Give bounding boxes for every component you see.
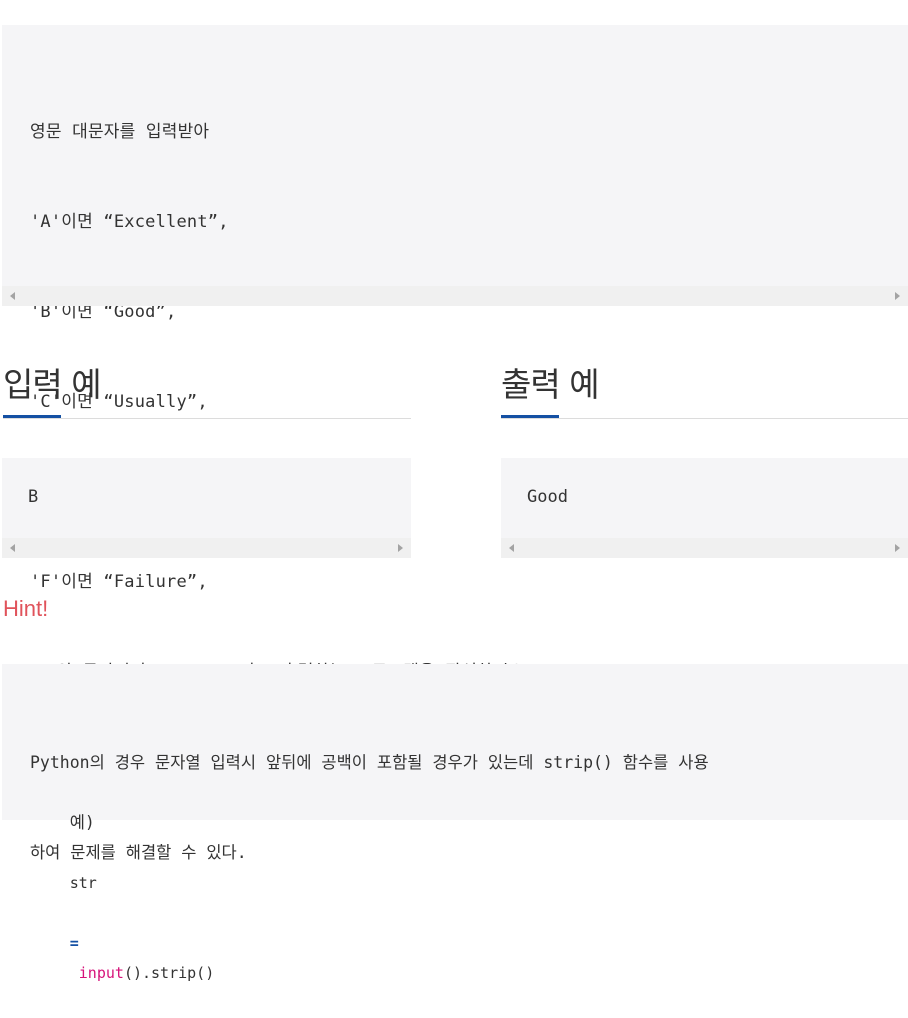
scroll-right-arrow-icon[interactable] — [895, 544, 900, 552]
hint-box: Python의 경우 문자열 입력시 앞뒤에 공백이 포함될 경우가 있는데 s… — [2, 664, 908, 982]
code-var: str — [69, 874, 97, 892]
problem-line: 'A'이면 “Excellent”, — [30, 212, 229, 232]
output-heading-divider — [501, 418, 908, 419]
example-prefix: 예) — [69, 813, 95, 832]
scroll-right-arrow-icon[interactable] — [895, 292, 900, 300]
code-function: input — [78, 964, 124, 982]
horizontal-scrollbar[interactable] — [2, 538, 411, 558]
output-example-value: Good — [527, 487, 568, 507]
problem-statement-text: 영문 대문자를 입력받아 'A'이면 “Excellent”, 'B'이면 “G… — [30, 57, 535, 747]
scroll-left-arrow-icon[interactable] — [10, 292, 15, 300]
output-example-box[interactable]: Good — [501, 458, 908, 558]
input-example-box[interactable]: B — [2, 458, 411, 558]
code-rest: ().strip() — [123, 964, 215, 982]
horizontal-scrollbar[interactable] — [501, 538, 908, 558]
input-heading-accent-bar — [3, 415, 61, 418]
problem-line: 'F'이면 “Failure”, — [30, 572, 208, 592]
scroll-left-arrow-icon[interactable] — [10, 544, 15, 552]
input-heading-divider — [3, 418, 411, 419]
hint-label: Hint! — [3, 596, 49, 621]
input-example-heading: 입력 예 — [3, 365, 102, 404]
hint-code-example: 예) str = input().strip() — [30, 778, 215, 1018]
scroll-right-arrow-icon[interactable] — [398, 544, 403, 552]
problem-line: 영문 대문자를 입력받아 — [30, 122, 210, 142]
problem-statement-box[interactable]: 영문 대문자를 입력받아 'A'이면 “Excellent”, 'B'이면 “G… — [2, 25, 908, 682]
input-example-value: B — [28, 487, 39, 507]
output-example-heading: 출력 예 — [501, 365, 600, 404]
code-equals: = — [69, 934, 79, 952]
horizontal-scrollbar[interactable] — [2, 286, 908, 306]
scroll-left-arrow-icon[interactable] — [509, 544, 514, 552]
hint-line: Python의 경우 문자열 입력시 앞뒤에 공백이 포함될 경우가 있는데 s… — [30, 753, 709, 772]
problem-line: 'C'이면 “Usually”, — [30, 392, 208, 412]
output-heading-accent-bar — [501, 415, 559, 418]
